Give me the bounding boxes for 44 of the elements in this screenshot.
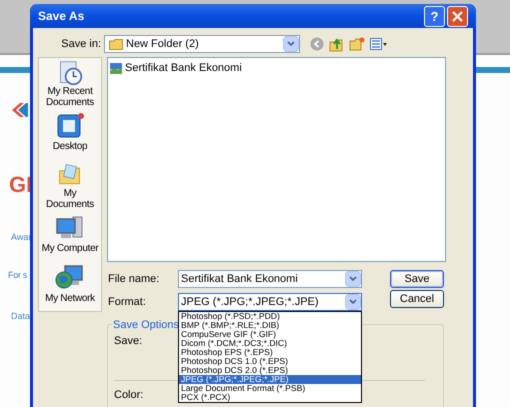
dropdown-arrow-button[interactable] — [345, 294, 361, 310]
format-option[interactable]: Photoshop EPS (*.EPS) — [179, 348, 361, 357]
format-option[interactable]: JPEG (*.JPG;*.JPEG;*.JPE) — [179, 375, 361, 384]
file-name: Sertifikat Bank Ekonomi — [125, 61, 242, 76]
format-option[interactable]: Photoshop DCS 2.0 (*.EPS) — [179, 366, 361, 375]
chevron-down-icon — [287, 41, 295, 47]
dialog-button[interactable]: Save — [390, 270, 444, 288]
help-button[interactable]: ? — [424, 6, 445, 26]
place-item[interactable]: My Recent Documents — [39, 60, 101, 108]
save-in-label: Save in: — [60, 36, 102, 52]
file-name-label: File name: — [107, 272, 160, 287]
close-button[interactable] — [447, 6, 468, 26]
format-option[interactable]: Photoshop DCS 1.0 (*.EPS) — [179, 357, 361, 366]
format-option[interactable]: Large Document Format (*.PSB) — [179, 384, 361, 393]
folder-icon — [109, 38, 123, 50]
format-option[interactable]: Dicom (*.DCM;*.DC3;*.DIC) — [179, 339, 361, 348]
place-item[interactable]: My Documents — [39, 162, 101, 210]
file-item[interactable]: Sertifikat Bank Ekonomi — [110, 60, 244, 76]
format-option[interactable]: BMP (*.BMP;*.RLE;*.DIB) — [179, 321, 361, 330]
format-dropdown[interactable]: JPEG (*.JPG;*.JPEG;*.JPE) — [178, 293, 362, 311]
color-label: Color: — [114, 388, 144, 402]
dropdown-arrow-button[interactable] — [345, 271, 361, 287]
format-option[interactable]: PCX (*.PCX) — [179, 393, 361, 402]
place-item[interactable]: My Computer — [39, 212, 101, 260]
chevron-down-icon — [349, 276, 357, 282]
view-menu-icon[interactable] — [370, 38, 388, 50]
format-label: Format: — [107, 294, 147, 310]
window-title: Save As — [38, 8, 84, 25]
image-file-icon — [110, 62, 122, 74]
up-folder-icon[interactable] — [329, 36, 344, 52]
chevron-down-icon — [349, 299, 357, 305]
save-in-dropdown[interactable]: New Folder (2) — [104, 35, 300, 53]
dropdown-arrow-button[interactable] — [283, 36, 299, 52]
format-option[interactable]: Photoshop (*.PSD;*.PDD) — [179, 312, 361, 321]
close-icon — [452, 10, 463, 22]
file-name-field[interactable]: Sertifikat Bank Ekonomi — [178, 270, 362, 288]
save-in-value: New Folder (2) — [126, 36, 199, 52]
save-label: Save: — [114, 334, 142, 349]
new-folder-icon[interactable] — [349, 37, 365, 51]
place-item[interactable]: Desktop — [39, 111, 101, 159]
place-item[interactable]: My Network — [39, 263, 101, 312]
format-option[interactable]: CompuServe GIF (*.GIF) — [179, 330, 361, 339]
dialog-button[interactable]: Cancel — [390, 290, 444, 308]
group-title: Save Options — [112, 317, 180, 334]
